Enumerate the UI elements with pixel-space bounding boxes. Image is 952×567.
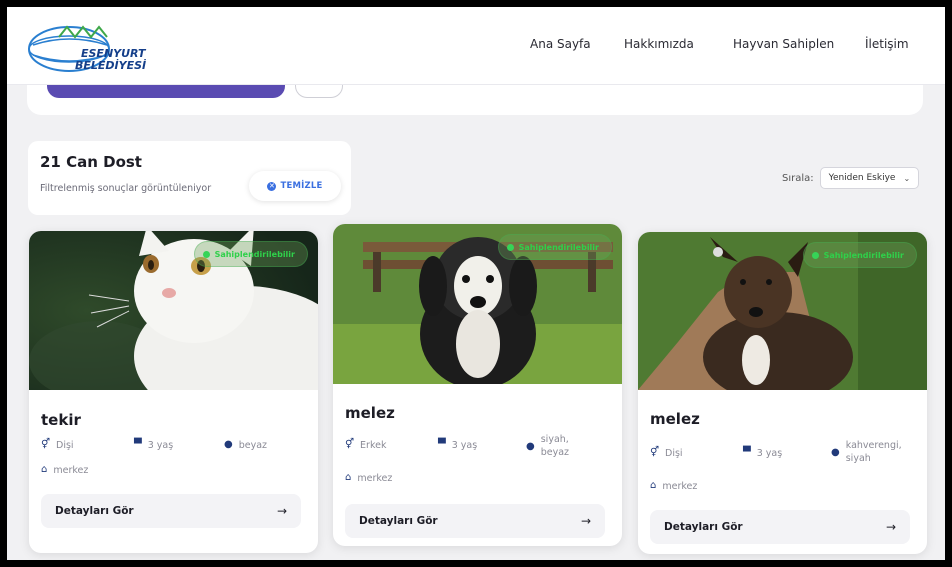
palette-icon: ● xyxy=(831,447,840,458)
status-badge: Sahiplendirilebilir xyxy=(497,234,612,260)
filter-apply-button[interactable] xyxy=(47,85,285,98)
details-label: Detayları Gör xyxy=(55,505,134,517)
home-icon: ⌂ xyxy=(41,464,48,475)
pet-location: ⌂ merkez xyxy=(650,480,698,492)
status-badge: Sahiplendirilebilir xyxy=(193,241,308,267)
clear-filters-button[interactable]: ✕ TEMİZLE xyxy=(249,171,341,201)
pet-age: ▀ 3 yaş xyxy=(438,439,478,451)
status-dot-icon xyxy=(506,244,514,251)
pet-gender: ⚥ Dişi xyxy=(41,439,74,451)
home-icon: ⌂ xyxy=(345,472,352,483)
details-button[interactable]: Detayları Gör → xyxy=(650,510,910,544)
clear-filters-label: TEMİZLE xyxy=(280,181,323,191)
pet-age: ▀ 3 yaş xyxy=(743,447,783,459)
nav-contact[interactable]: İletişim xyxy=(865,37,909,51)
close-circle-icon: ✕ xyxy=(267,181,277,191)
pet-age: ▀ 3 yaş xyxy=(134,439,174,451)
results-subtitle: Filtrelenmiş sonuçlar görüntüleniyor xyxy=(40,183,212,194)
status-dot-icon xyxy=(811,252,819,259)
arrow-right-icon: → xyxy=(885,520,896,534)
gender-icon: ⚥ xyxy=(41,439,51,450)
pet-photo: Sahiplendirilebilir xyxy=(29,231,318,390)
pet-card[interactable]: Sahiplendirilebilir tekir ⚥ Dişi ▀ 3 yaş ●… xyxy=(29,231,318,553)
sort-selected-value: Yeniden Eskiye xyxy=(828,173,896,183)
results-count-title: 21 Can Dost xyxy=(40,153,142,171)
chevron-down-icon: ⌄ xyxy=(903,173,911,183)
results-summary: 21 Can Dost Filtrelenmiş sonuçlar görünt… xyxy=(28,141,351,215)
gender-icon: ⚥ xyxy=(345,439,355,450)
pet-color: ● beyaz xyxy=(224,439,268,451)
page: ESENYURT BELEDİYESİ Ana Sayfa Hakkımızda… xyxy=(7,7,945,560)
pet-name: tekir xyxy=(41,411,81,429)
pet-photo: Sahiplendirilebilir xyxy=(638,232,927,390)
status-label: Sahiplendirilebilir xyxy=(823,250,904,260)
cake-icon: ▀ xyxy=(743,447,751,458)
sort-control: Sırala: Yeniden Eskiye ⌄ xyxy=(782,167,920,189)
arrow-right-icon: → xyxy=(580,514,591,528)
details-label: Detayları Gör xyxy=(359,515,438,527)
details-button[interactable]: Detayları Gör → xyxy=(41,494,301,528)
cake-icon: ▀ xyxy=(438,439,446,450)
pet-location: ⌂ merkez xyxy=(345,472,393,484)
arrow-right-icon: → xyxy=(276,504,287,518)
status-dot-icon xyxy=(202,251,210,258)
pet-name: melez xyxy=(650,410,700,428)
pet-name: melez xyxy=(345,404,395,422)
pet-photo: Sahiplendirilebilir xyxy=(333,224,622,384)
details-button[interactable]: Detayları Gör → xyxy=(345,504,605,538)
svg-text:BELEDİYESİ: BELEDİYESİ xyxy=(75,58,146,72)
sort-select[interactable]: Yeniden Eskiye ⌄ xyxy=(819,167,920,189)
status-label: Sahiplendirilebilir xyxy=(214,249,295,259)
palette-icon: ● xyxy=(526,441,535,452)
filter-panel xyxy=(27,85,923,115)
cake-icon: ▀ xyxy=(134,439,142,450)
pet-card[interactable]: Sahiplendirilebilir melez ⚥ Erkek ▀ 3 yaş … xyxy=(333,224,622,546)
nav-adopt[interactable]: Hayvan Sahiplen xyxy=(733,37,834,51)
home-icon: ⌂ xyxy=(650,480,657,491)
nav-about[interactable]: Hakkımızda xyxy=(624,37,694,51)
pet-gender: ⚥ Erkek xyxy=(345,439,387,451)
pet-color: ● siyah, beyaz xyxy=(526,434,570,458)
pet-card[interactable]: Sahiplendirilebilir melez ⚥ Dişi ▀ 3 yaş ●… xyxy=(638,232,927,554)
details-label: Detayları Gör xyxy=(664,521,743,533)
gender-icon: ⚥ xyxy=(650,447,660,458)
status-label: Sahiplendirilebilir xyxy=(518,242,599,252)
filter-secondary-button[interactable] xyxy=(295,85,343,98)
site-header: ESENYURT BELEDİYESİ Ana Sayfa Hakkımızda… xyxy=(7,7,945,85)
nav-home[interactable]: Ana Sayfa xyxy=(530,37,591,51)
esenyurt-logo[interactable]: ESENYURT BELEDİYESİ xyxy=(25,15,165,77)
palette-icon: ● xyxy=(224,439,233,450)
pet-color: ● kahverengi, siyah xyxy=(831,440,902,464)
sort-label: Sırala: xyxy=(782,172,814,184)
pet-location: ⌂ merkez xyxy=(41,464,89,476)
status-badge: Sahiplendirilebilir xyxy=(802,242,917,268)
pet-gender: ⚥ Dişi xyxy=(650,447,683,459)
